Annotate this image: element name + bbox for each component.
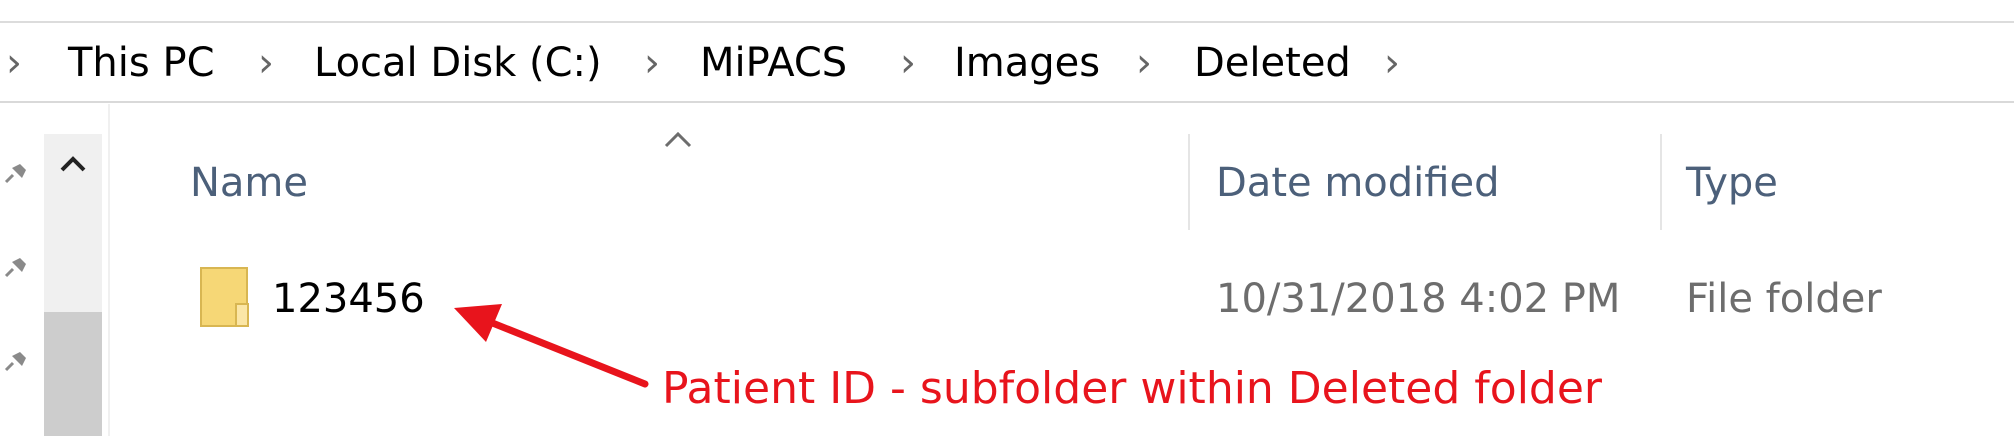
- pane-divider[interactable]: [108, 104, 110, 436]
- breadcrumb-item-images[interactable]: Images: [954, 30, 1100, 96]
- scroll-up-arrow-icon[interactable]: [44, 134, 102, 208]
- breadcrumb[interactable]: › This PC › Local Disk (C:) › MiPACS › I…: [0, 30, 2014, 96]
- breadcrumb-item-this-pc[interactable]: This PC: [68, 30, 215, 96]
- breadcrumb-item-mipacs[interactable]: MiPACS: [700, 30, 847, 96]
- breadcrumb-item-deleted[interactable]: Deleted: [1194, 30, 1351, 96]
- window-top-border: [0, 21, 2014, 23]
- folder-icon: [200, 267, 249, 327]
- nav-pane-scrollbar-thumb[interactable]: [44, 312, 102, 436]
- column-separator[interactable]: [1188, 134, 1190, 230]
- file-name[interactable]: 123456: [272, 266, 425, 332]
- sort-ascending-icon: [664, 131, 692, 148]
- column-header-type[interactable]: Type: [1686, 150, 1778, 216]
- annotation-label: Patient ID - subfolder within Deleted fo…: [662, 363, 1603, 414]
- breadcrumb-separator-icon[interactable]: ›: [6, 30, 22, 96]
- column-header-date-modified[interactable]: Date modified: [1216, 150, 1499, 216]
- column-header-name[interactable]: Name: [190, 150, 308, 216]
- annotation-arrow-icon: [454, 304, 649, 388]
- column-separator[interactable]: [1660, 134, 1662, 230]
- breadcrumb-separator-icon[interactable]: ›: [644, 30, 660, 96]
- breadcrumb-separator-icon[interactable]: ›: [900, 30, 916, 96]
- pin-icon[interactable]: [0, 254, 30, 284]
- navigation-pane: [0, 104, 44, 436]
- file-type: File folder: [1686, 276, 1882, 322]
- breadcrumb-item-local-disk[interactable]: Local Disk (C:): [314, 30, 602, 96]
- pin-icon[interactable]: [0, 160, 30, 190]
- address-bar-border: [0, 101, 2014, 103]
- breadcrumb-separator-icon[interactable]: ›: [1136, 30, 1152, 96]
- pin-icon[interactable]: [0, 348, 30, 378]
- breadcrumb-dropdown-icon[interactable]: ›: [1384, 30, 1400, 96]
- breadcrumb-separator-icon[interactable]: ›: [258, 30, 274, 96]
- file-date-modified: 10/31/2018 4:02 PM: [1216, 276, 1621, 322]
